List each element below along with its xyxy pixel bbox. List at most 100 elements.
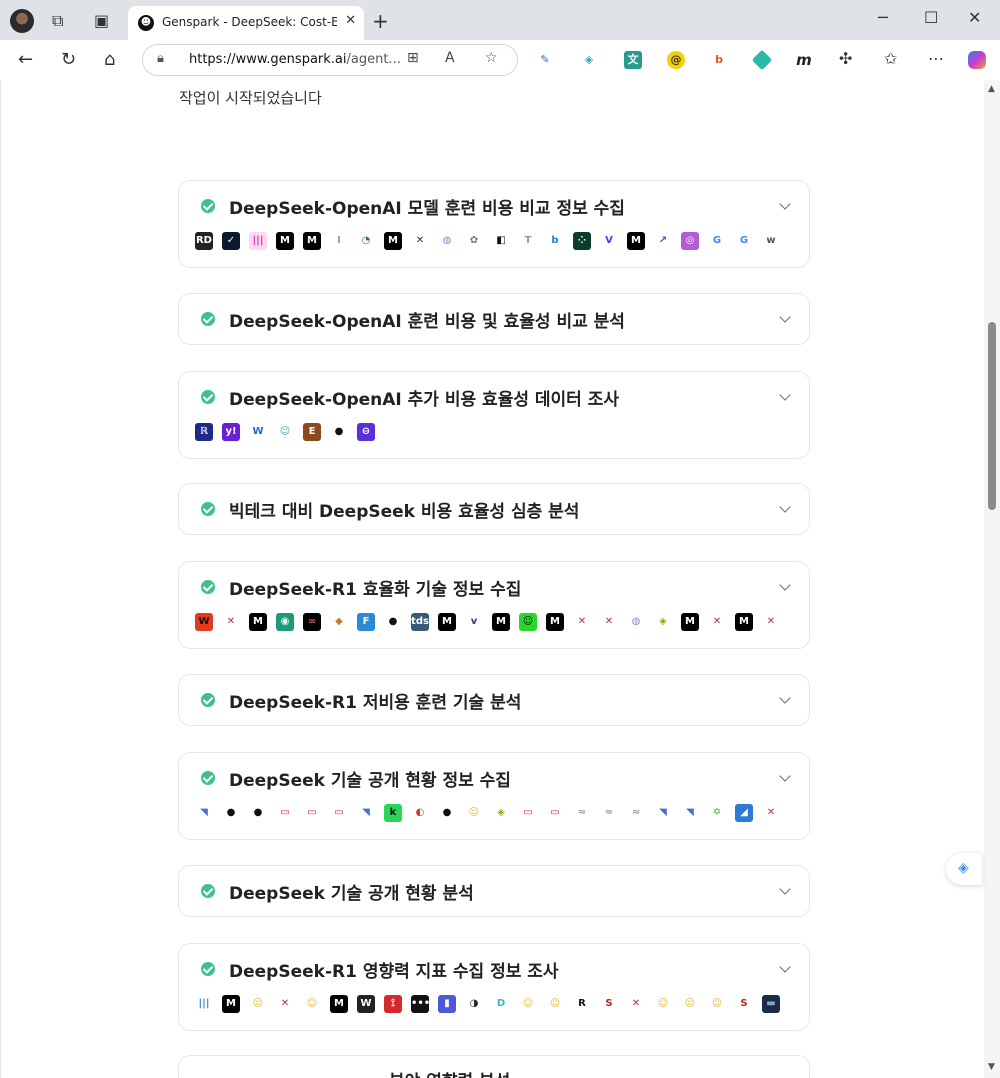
close-window-icon[interactable]: ✕: [968, 8, 981, 27]
source-favicon-icon[interactable]: v: [465, 613, 483, 631]
app-available-icon[interactable]: ⊞: [407, 50, 419, 66]
source-favicon-icon[interactable]: ☺: [519, 995, 537, 1013]
source-favicon-icon[interactable]: ◉: [276, 613, 294, 631]
source-favicon-icon[interactable]: ⊖: [357, 423, 375, 441]
source-favicon-icon[interactable]: ▬: [762, 995, 780, 1013]
source-favicon-icon[interactable]: ☺: [681, 995, 699, 1013]
scroll-up-arrow-icon[interactable]: ▲: [988, 84, 995, 94]
source-favicon-icon[interactable]: ✕: [627, 995, 645, 1013]
source-favicon-icon[interactable]: ●: [222, 804, 240, 822]
expand-chevron-icon[interactable]: [779, 883, 791, 895]
source-favicon-icon[interactable]: T: [519, 232, 537, 250]
source-favicon-icon[interactable]: M: [492, 613, 510, 631]
source-favicon-icon[interactable]: ✕: [573, 613, 591, 631]
source-favicon-icon[interactable]: W: [249, 423, 267, 441]
genspark-floating-button[interactable]: ◈: [946, 853, 982, 885]
source-favicon-icon[interactable]: ☺: [708, 995, 726, 1013]
source-favicon-icon[interactable]: ●: [249, 804, 267, 822]
source-favicon-icon[interactable]: ✡: [708, 804, 726, 822]
source-favicon-icon[interactable]: ☺: [465, 804, 483, 822]
address-bar[interactable]: 🔒︎ https://www.genspark.ai/agent... ⊞ A …: [142, 44, 518, 76]
home-icon[interactable]: ⌂: [104, 49, 115, 70]
source-favicon-icon[interactable]: ℝ: [195, 423, 213, 441]
task-card[interactable]: DeepSeek-R1 저비용 훈련 기술 분석: [178, 674, 810, 726]
source-favicon-icon[interactable]: ☺: [546, 995, 564, 1013]
favorite-star-icon[interactable]: ☆: [485, 50, 498, 66]
extension-genspark-icon[interactable]: ◈: [580, 51, 598, 69]
source-favicon-icon[interactable]: W: [195, 613, 213, 631]
source-favicon-icon[interactable]: ☺: [519, 613, 537, 631]
source-favicon-icon[interactable]: ◥: [681, 804, 699, 822]
source-favicon-icon[interactable]: w: [762, 232, 780, 250]
source-favicon-icon[interactable]: ◥: [654, 804, 672, 822]
source-favicon-icon[interactable]: V: [600, 232, 618, 250]
active-tab[interactable]: ☻ Genspark - DeepSeek: Cost-Effect ✕: [128, 6, 364, 40]
source-favicon-icon[interactable]: ≈: [600, 804, 618, 822]
extensions-puzzle-icon[interactable]: ✣: [839, 49, 852, 68]
workspaces-icon[interactable]: ⧉: [52, 11, 63, 31]
task-card[interactable]: DeepSeek-R1 효율화 기술 정보 수집 W ✕ M ◉ ∞ ◆ F ● tds Mv M ☺ M…: [178, 561, 810, 649]
source-favicon-icon[interactable]: ∞: [303, 613, 321, 631]
source-favicon-icon[interactable]: R: [573, 995, 591, 1013]
source-favicon-icon[interactable]: ⟟: [384, 995, 402, 1013]
expand-chevron-icon[interactable]: [779, 692, 791, 704]
source-favicon-icon[interactable]: ●: [438, 804, 456, 822]
source-favicon-icon[interactable]: M: [735, 613, 753, 631]
tab-actions-icon[interactable]: ▣: [94, 11, 109, 30]
source-favicon-icon[interactable]: M: [546, 613, 564, 631]
source-favicon-icon[interactable]: |||: [195, 995, 213, 1013]
source-favicon-icon[interactable]: ☺: [303, 995, 321, 1013]
expand-chevron-icon[interactable]: [779, 501, 791, 513]
extension-b-icon[interactable]: b: [710, 51, 728, 69]
source-favicon-icon[interactable]: ▭: [303, 804, 321, 822]
source-favicon-icon[interactable]: M: [330, 995, 348, 1013]
source-favicon-icon[interactable]: ▮: [438, 995, 456, 1013]
source-favicon-icon[interactable]: ◥: [357, 804, 375, 822]
task-card[interactable]: DeepSeek-OpenAI 추가 비용 효율성 데이터 조사 ℝy! W ☺ E ● ⊖: [178, 371, 810, 459]
source-favicon-icon[interactable]: ⁘: [573, 232, 591, 250]
source-favicon-icon[interactable]: ◑: [465, 995, 483, 1013]
source-favicon-icon[interactable]: ☺: [276, 423, 294, 441]
source-favicon-icon[interactable]: ●: [330, 423, 348, 441]
source-favicon-icon[interactable]: E: [303, 423, 321, 441]
source-favicon-icon[interactable]: ◧: [492, 232, 510, 250]
source-favicon-icon[interactable]: M: [438, 613, 456, 631]
source-favicon-icon[interactable]: ◢: [735, 804, 753, 822]
task-card[interactable]: 빅테크 대비 DeepSeek 비용 효율성 심층 분석: [178, 483, 810, 535]
source-favicon-icon[interactable]: ◔: [357, 232, 375, 250]
task-card[interactable]: DeepSeek-R1 영향력 지표 수집 정보 조사 ||| M ☺ ✕ ☺ M W ⟟ •••…: [178, 943, 810, 1031]
source-favicon-icon[interactable]: ✿: [465, 232, 483, 250]
source-favicon-icon[interactable]: ◍: [627, 613, 645, 631]
expand-chevron-icon[interactable]: [779, 770, 791, 782]
source-favicon-icon[interactable]: W: [357, 995, 375, 1013]
source-favicon-icon[interactable]: F: [357, 613, 375, 631]
source-favicon-icon[interactable]: ☺: [249, 995, 267, 1013]
source-favicon-icon[interactable]: I: [330, 232, 348, 250]
scroll-down-arrow-icon[interactable]: ▼: [988, 1062, 995, 1072]
source-favicon-icon[interactable]: ✕: [708, 613, 726, 631]
task-card[interactable]: DeepSeek 기술 공개 현황 정보 수집 ◥ ● ● ▭ ▭ ▭ ◥ k ◐ ● ☺ ◈ ▭ ▭ ≈ ≈ ≈…: [178, 752, 810, 840]
source-favicon-icon[interactable]: ◎: [681, 232, 699, 250]
source-favicon-icon[interactable]: ✕: [762, 613, 780, 631]
source-favicon-icon[interactable]: M: [681, 613, 699, 631]
source-favicon-icon[interactable]: ☺: [654, 995, 672, 1013]
source-favicon-icon[interactable]: ✕: [411, 232, 429, 250]
source-favicon-icon[interactable]: ◈: [654, 613, 672, 631]
task-card[interactable]: DeepSeek 기술 공개 현황 분석: [178, 865, 810, 917]
source-favicon-icon[interactable]: M: [249, 613, 267, 631]
maximize-icon[interactable]: ☐: [924, 8, 938, 27]
source-favicon-icon[interactable]: M: [222, 995, 240, 1013]
scrollbar-thumb[interactable]: [988, 322, 996, 510]
new-tab-button[interactable]: +: [372, 9, 389, 33]
page-scrollbar[interactable]: ▲ ▼: [984, 80, 1000, 1078]
tab-close-icon[interactable]: ✕: [345, 13, 356, 28]
source-favicon-icon[interactable]: ●: [384, 613, 402, 631]
task-card-partial[interactable]: 분야 영향력 분석: [178, 1055, 810, 1078]
source-favicon-icon[interactable]: ◈: [492, 804, 510, 822]
back-icon[interactable]: ←: [18, 49, 33, 70]
source-favicon-icon[interactable]: ◆: [330, 613, 348, 631]
source-favicon-icon[interactable]: y!: [222, 423, 240, 441]
expand-chevron-icon[interactable]: [779, 389, 791, 401]
source-favicon-icon[interactable]: ▭: [546, 804, 564, 822]
source-favicon-icon[interactable]: ◐: [411, 804, 429, 822]
